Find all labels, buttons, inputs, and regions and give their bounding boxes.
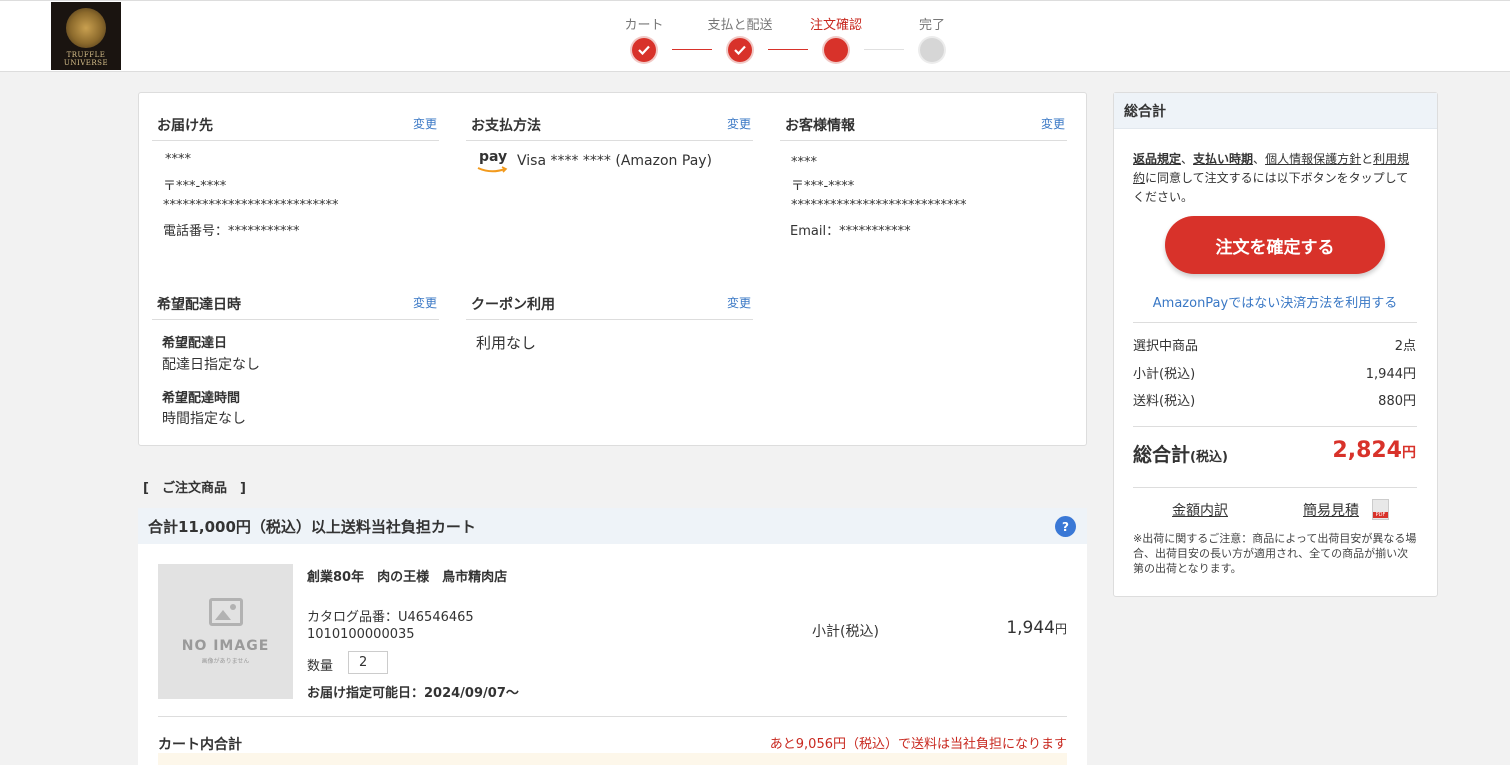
customer-postal: 〒***-**** [791,179,855,194]
price-breakdown-link[interactable]: 金額内訳 [1172,500,1228,520]
image-placeholder-icon [208,598,243,626]
coupon-value: 利用なし [476,334,537,352]
shipping-phone: 電話番号：*********** [163,224,300,239]
summary-header: 総合計 [1114,93,1437,129]
product-code: 1010100000035 [307,627,415,642]
free-shipping-note: あと9,056円（税込）で送料は当社負担になります [769,737,1067,752]
cart-title: 合計11,000円（税込）以上送料当社負担カート [148,518,476,536]
customer-address: *************************** [791,198,967,213]
payment-method: Visa **** **** (Amazon Pay) [517,153,713,169]
customer-change-link[interactable]: 変更 [1041,115,1065,132]
step-dot-cart [632,38,656,62]
shipping-title: お届け先 [157,118,213,134]
amazon-smile-icon [477,166,508,173]
coupon-title: クーポン利用 [471,297,555,313]
delivery-date-value: 配達日指定なし [162,357,260,373]
quick-estimate-link[interactable]: 簡易見積 [1303,500,1359,520]
delivery-time-value: 時間指定なし [162,411,246,427]
item-subtotal-label: 小計(税込) [812,624,879,640]
site-header: TRUFFLE UNIVERSE カート 支払と配送 注文確認 完了 [0,0,1510,72]
step-label-confirm: 注文確認 [809,18,863,33]
customer-email: Email：*********** [790,224,911,239]
grand-total-value: 2,824円 [1332,438,1416,463]
pdf-icon[interactable] [1372,499,1389,520]
confirm-order-button[interactable]: 注文を確定する [1165,216,1385,274]
divider [158,716,1067,717]
summary-title: 総合計 [1124,104,1166,120]
payment-timing-link[interactable]: 支払い時期 [1193,152,1253,166]
divider [466,319,753,320]
delivery-title: 希望配達日時 [157,297,241,313]
shipping-fee-value: 880円 [1378,394,1416,409]
divider [152,140,439,141]
amazon-pay-icon: pay [477,149,509,175]
available-date: お届け指定可能日：2024/09/07〜 [307,686,519,701]
item-price: 1,944円 [1006,618,1067,638]
divider [1133,487,1417,488]
divider [1133,322,1417,323]
step-label-payment-shipping: 支払と配送 [707,18,773,33]
returns-policy-link[interactable]: 返品規定 [1133,152,1181,166]
step-connector [768,49,808,50]
subtotal-value: 1,944円 [1365,367,1416,382]
step-dot-complete [920,38,944,62]
terms-notice: 返品規定、支払い時期、個人情報保護方針と利用規約に同意して注文するには以下ボタン… [1133,152,1410,204]
payment-title: お支払方法 [471,118,541,134]
check-icon [734,45,746,55]
delivery-date-label: 希望配達日 [162,336,228,351]
check-icon [638,45,650,55]
product-name[interactable]: 創業80年 肉の王様 鳥市精肉店 [307,566,507,585]
quantity-input[interactable] [348,651,388,674]
divider [466,140,753,141]
subtotal-label: 小計(税込) [1133,367,1196,382]
delivery-time-label: 希望配達時間 [162,391,241,406]
divider [780,140,1067,141]
alt-payment-link[interactable]: AmazonPayではない決済方法を利用する [1134,292,1416,311]
grand-total-label: 総合計(税込) [1133,444,1228,466]
product-catalog-number: カタログ品番：U46546465 [307,610,474,625]
quantity-label: 数量 [307,659,334,674]
checkout-progress: カート 支払と配送 注文確認 完了 [0,1,1510,73]
order-items-title: [ ご注文商品 ] [143,481,246,496]
privacy-policy-link[interactable]: 個人情報保護方針 [1265,152,1361,166]
step-label-complete: 完了 [918,18,946,33]
customer-title: お客様情報 [785,118,855,134]
delivery-change-link[interactable]: 変更 [413,294,437,311]
order-info-card [138,92,1087,446]
shipping-postal: 〒***-**** [163,179,227,194]
step-dot-confirm [824,38,848,62]
step-connector [864,49,904,50]
shipping-note: ※出荷に関するご注意：商品によって出荷目安が異なる場合、出荷目安の長い方が適用さ… [1133,532,1417,575]
cart-total-label: カート内合計 [158,737,242,753]
cart-total-bar [158,753,1067,765]
items-value: 2点 [1394,339,1416,354]
step-label-cart: カート [624,18,664,33]
shipping-fee-label: 送料(税込) [1133,394,1196,409]
coupon-change-link[interactable]: 変更 [727,294,751,311]
items-label: 選択中商品 [1133,339,1199,354]
customer-name: **** [791,155,817,170]
shipping-address: *************************** [163,198,339,213]
cart-header: 合計11,000円（税込）以上送料当社負担カート ? [138,508,1087,544]
shipping-change-link[interactable]: 変更 [413,115,437,132]
step-dot-payment-shipping [728,38,752,62]
help-icon[interactable]: ? [1055,516,1076,537]
product-image-placeholder: NO IMAGE 画像がありません [158,564,293,699]
divider [1133,426,1417,427]
shipping-name: **** [165,152,191,167]
step-connector [672,49,712,50]
payment-change-link[interactable]: 変更 [727,115,751,132]
divider [152,319,439,320]
